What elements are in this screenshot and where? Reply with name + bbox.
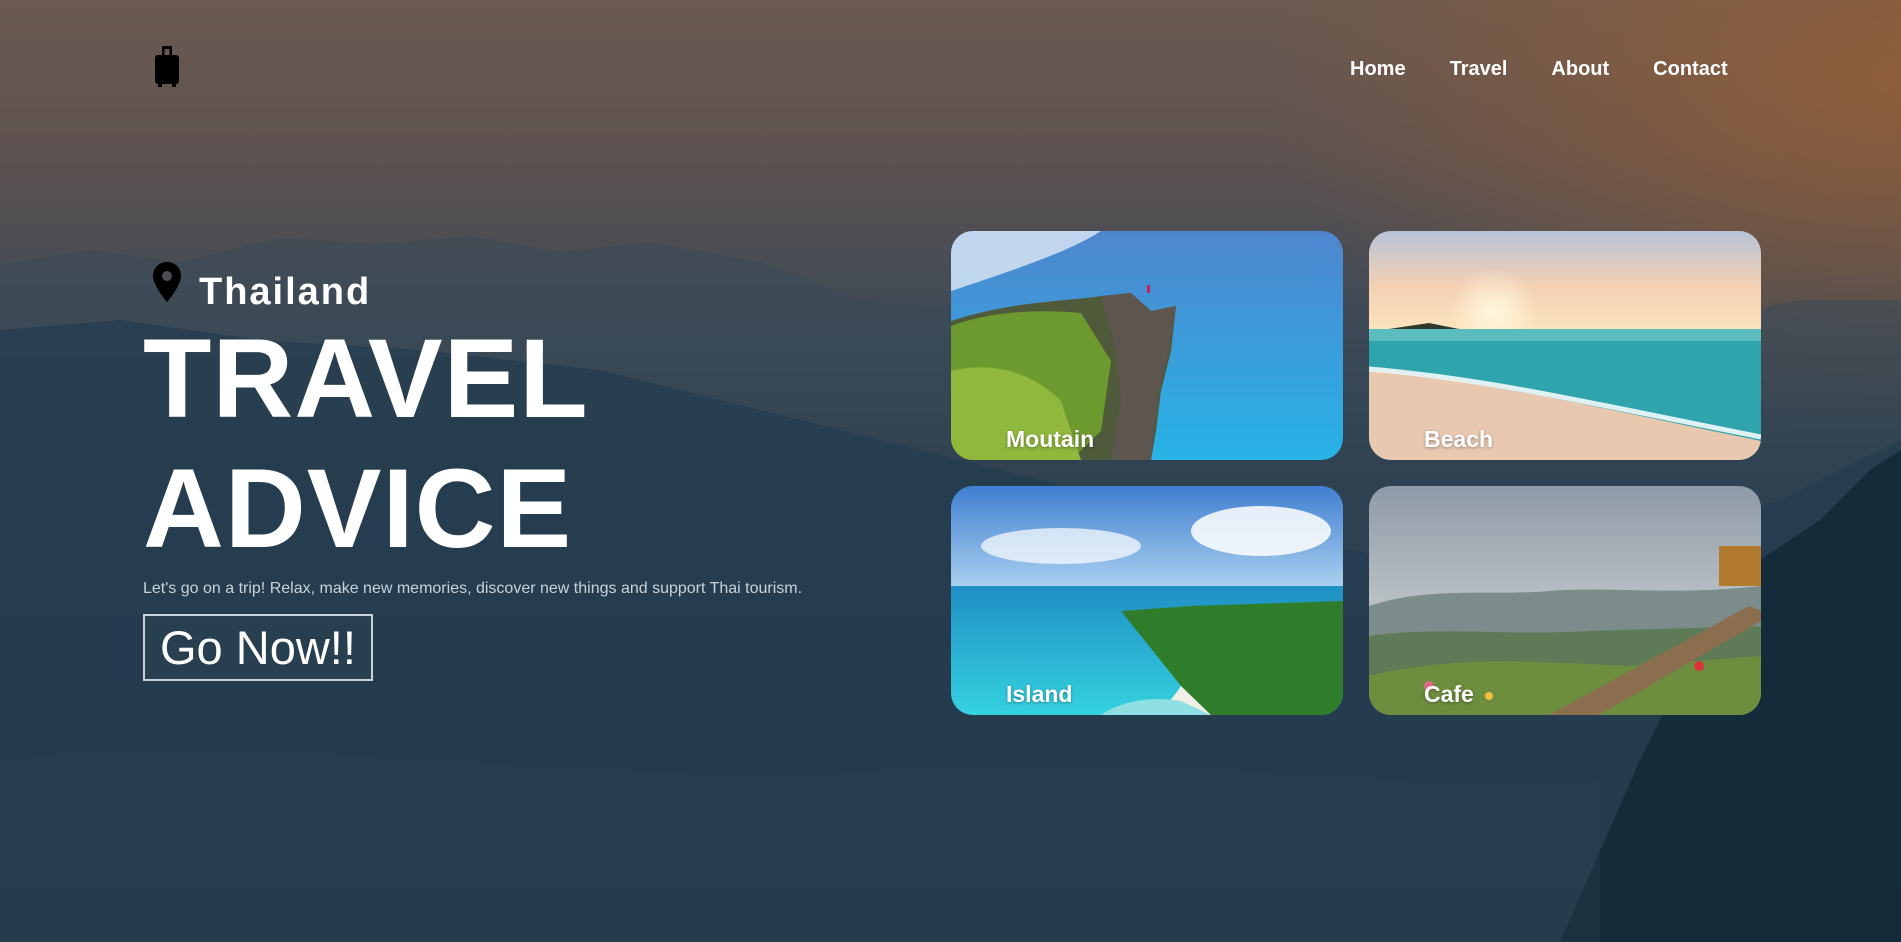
go-now-button[interactable]: Go Now!!: [143, 614, 373, 681]
card-label: Moutain: [1006, 426, 1095, 452]
nav-home[interactable]: Home: [1350, 58, 1406, 81]
destination-cards: Moutain Beach Island Cafe: [951, 231, 1761, 715]
hero-section: Thailand TRAVEL ADVICE Let's go on a tri…: [143, 262, 903, 681]
nav-about[interactable]: About: [1551, 58, 1609, 81]
location-row: Thailand: [143, 262, 903, 313]
card-label: Cafe: [1424, 681, 1474, 707]
page-background: Home Travel About Contact Thailand TRAVE…: [0, 0, 1901, 942]
hero-title-line2: ADVICE: [143, 446, 573, 571]
card-cafe[interactable]: Cafe: [1369, 486, 1761, 715]
nav-travel[interactable]: Travel: [1450, 58, 1508, 81]
card-beach[interactable]: Beach: [1369, 231, 1761, 460]
card-label: Beach: [1424, 426, 1494, 452]
location-name: Thailand: [199, 270, 372, 313]
card-label: Island: [1006, 681, 1073, 707]
hero-title: TRAVEL ADVICE: [143, 314, 903, 574]
hero-title-line1: TRAVEL: [143, 316, 589, 441]
card-mountain[interactable]: Moutain: [951, 231, 1343, 460]
hero-subtitle: Let's go on a trip! Relax, make new memo…: [143, 580, 803, 597]
nav-contact[interactable]: Contact: [1653, 58, 1727, 81]
suitcase-icon[interactable]: [153, 46, 181, 88]
location-pin-icon: [153, 262, 181, 302]
card-island[interactable]: Island: [951, 486, 1343, 715]
main-nav: Home Travel About Contact: [1350, 58, 1728, 81]
